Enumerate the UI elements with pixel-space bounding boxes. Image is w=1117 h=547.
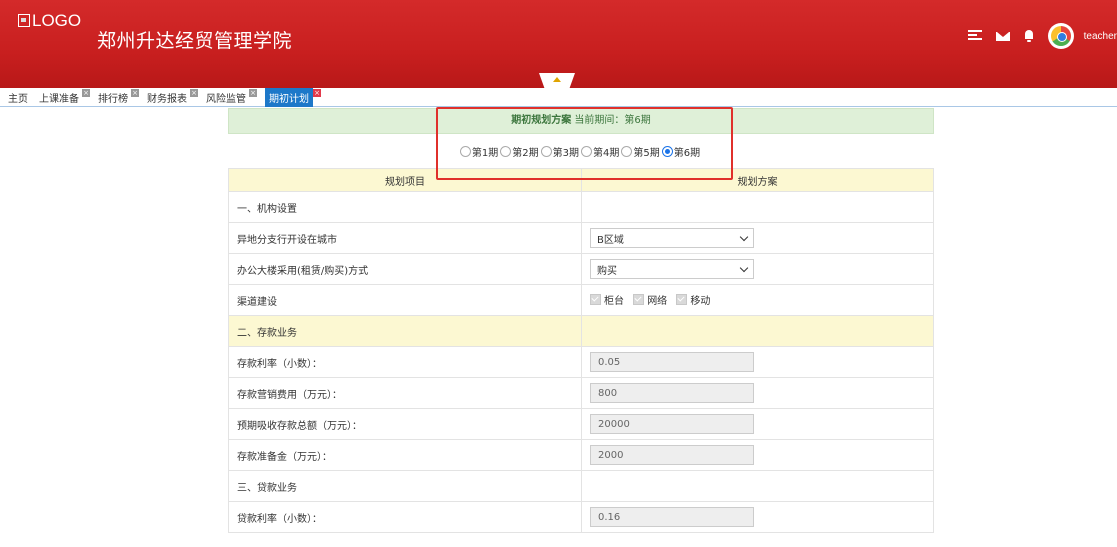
channel-checkbox-mobile[interactable]: 移动 bbox=[676, 292, 710, 307]
section-row: 三、贷款业务 bbox=[228, 470, 934, 502]
tab-label: 排行榜 bbox=[98, 93, 128, 105]
empty-cell bbox=[581, 470, 934, 502]
channel-checkbox-counter[interactable]: 柜台 bbox=[590, 292, 624, 307]
row-label: 存款利率（小数）： bbox=[228, 346, 582, 378]
close-icon[interactable]: × bbox=[82, 89, 90, 97]
tab-label: 财务报表 bbox=[147, 93, 187, 105]
chevron-down-icon bbox=[739, 232, 749, 241]
table-row: 贷款利率（小数）： 0.16 bbox=[228, 501, 934, 533]
loan-rate-field[interactable]: 0.16 bbox=[590, 507, 754, 527]
section-title: 二、存款业务 bbox=[228, 315, 582, 347]
tab-label: 期初计划 bbox=[265, 87, 313, 107]
avatar[interactable] bbox=[1047, 23, 1074, 49]
section-row: 二、存款业务 bbox=[228, 315, 934, 347]
city-select[interactable]: B区域 bbox=[590, 228, 754, 248]
tab-initial-plan[interactable]: 期初计划 × bbox=[257, 87, 321, 107]
tab-label: 主页 bbox=[8, 93, 28, 105]
tab-ranking[interactable]: 排行榜 × bbox=[90, 88, 139, 106]
row-value-cell: 800 bbox=[581, 377, 934, 409]
row-value-cell: 0.05 bbox=[581, 346, 934, 378]
office-mode-select[interactable]: 购买 bbox=[590, 259, 754, 279]
row-label: 渠道建设 bbox=[228, 284, 582, 316]
row-value-cell: 20000 bbox=[581, 408, 934, 440]
collapse-header-toggle[interactable] bbox=[539, 73, 575, 88]
deposit-marketing-field[interactable]: 800 bbox=[590, 383, 754, 403]
section-title: 三、贷款业务 bbox=[228, 470, 582, 502]
table-row: 存款利率（小数）： 0.05 bbox=[228, 346, 934, 378]
tab-risk-supervision[interactable]: 风险监管 × bbox=[198, 88, 257, 106]
tab-financial-report[interactable]: 财务报表 × bbox=[139, 88, 198, 106]
row-value-cell: 柜台 网络 移动 bbox=[581, 284, 934, 316]
close-icon[interactable]: × bbox=[190, 89, 198, 97]
section-title: 一、机构设置 bbox=[228, 191, 582, 223]
menu-icon[interactable] bbox=[967, 30, 982, 42]
app-title: 郑州升达经贸管理学院 bbox=[97, 30, 293, 52]
checkbox-label: 移动 bbox=[690, 296, 711, 307]
period-highlight-box bbox=[436, 107, 733, 180]
table-row: 预期吸收存款总额（万元）： 20000 bbox=[228, 408, 934, 440]
table-row: 渠道建设 柜台 网络 移动 bbox=[228, 284, 934, 316]
header-actions: teacher bbox=[967, 22, 1117, 50]
bell-icon[interactable] bbox=[1024, 30, 1034, 42]
row-label: 预期吸收存款总额（万元）： bbox=[228, 408, 582, 440]
row-label: 贷款利率（小数）： bbox=[228, 501, 582, 533]
checkbox-icon[interactable] bbox=[590, 294, 601, 305]
close-icon[interactable]: × bbox=[249, 89, 257, 97]
row-value-cell: 0.16 bbox=[581, 501, 934, 533]
empty-cell bbox=[581, 191, 934, 223]
deposit-rate-field[interactable]: 0.05 bbox=[590, 352, 754, 372]
mail-icon[interactable] bbox=[995, 31, 1010, 41]
row-value-cell: 2000 bbox=[581, 439, 934, 471]
close-icon[interactable]: × bbox=[131, 89, 139, 97]
select-value: 购买 bbox=[597, 265, 617, 277]
table-row: 存款营销费用（万元）： 800 bbox=[228, 377, 934, 409]
row-label: 存款营销费用（万元）： bbox=[228, 377, 582, 409]
row-value-cell: B区域 bbox=[581, 222, 934, 254]
empty-cell bbox=[581, 315, 934, 347]
tab-class-prep[interactable]: 上课准备 × bbox=[31, 88, 90, 106]
tab-home[interactable]: 主页 bbox=[0, 88, 31, 106]
row-label: 办公大楼采用(租赁/购买)方式 bbox=[228, 253, 582, 285]
checkbox-icon[interactable] bbox=[676, 294, 688, 305]
table-row: 存款准备金（万元）： 2000 bbox=[228, 439, 934, 471]
checkbox-icon[interactable] bbox=[633, 294, 645, 305]
table-row: 办公大楼采用(租赁/购买)方式 购买 bbox=[228, 253, 934, 285]
row-value-cell: 购买 bbox=[581, 253, 934, 285]
row-label: 异地分支行开设在城市 bbox=[228, 222, 582, 254]
tab-label: 风险监管 bbox=[206, 93, 246, 105]
user-name[interactable]: teacher bbox=[1084, 31, 1117, 42]
logo: LOGO bbox=[18, 11, 81, 31]
app-header: LOGO 郑州升达经贸管理学院 teacher bbox=[0, 0, 1117, 88]
checkbox-label: 网络 bbox=[647, 296, 668, 307]
channel-checkbox-online[interactable]: 网络 bbox=[633, 292, 667, 307]
logo-text: LOGO bbox=[32, 11, 82, 30]
close-icon[interactable]: × bbox=[313, 89, 321, 97]
broken-image-icon bbox=[18, 13, 30, 27]
chevron-down-icon bbox=[739, 263, 749, 272]
checkbox-label: 柜台 bbox=[604, 296, 624, 307]
table-row: 异地分支行开设在城市 B区域 bbox=[228, 222, 934, 254]
row-label: 存款准备金（万元）： bbox=[228, 439, 582, 471]
tab-bar: 主页 上课准备 × 排行榜 × 财务报表 × 风险监管 × 期初计划 × bbox=[0, 87, 1117, 107]
tab-label: 上课准备 bbox=[39, 93, 79, 105]
plan-table: 规划项目 规划方案 一、机构设置 异地分支行开设在城市 B区域 办公大楼采用(租… bbox=[228, 168, 934, 533]
deposit-total-field[interactable]: 20000 bbox=[590, 414, 754, 434]
select-value: B区域 bbox=[597, 234, 624, 246]
section-row: 一、机构设置 bbox=[228, 191, 934, 223]
deposit-reserve-field[interactable]: 2000 bbox=[590, 445, 754, 465]
